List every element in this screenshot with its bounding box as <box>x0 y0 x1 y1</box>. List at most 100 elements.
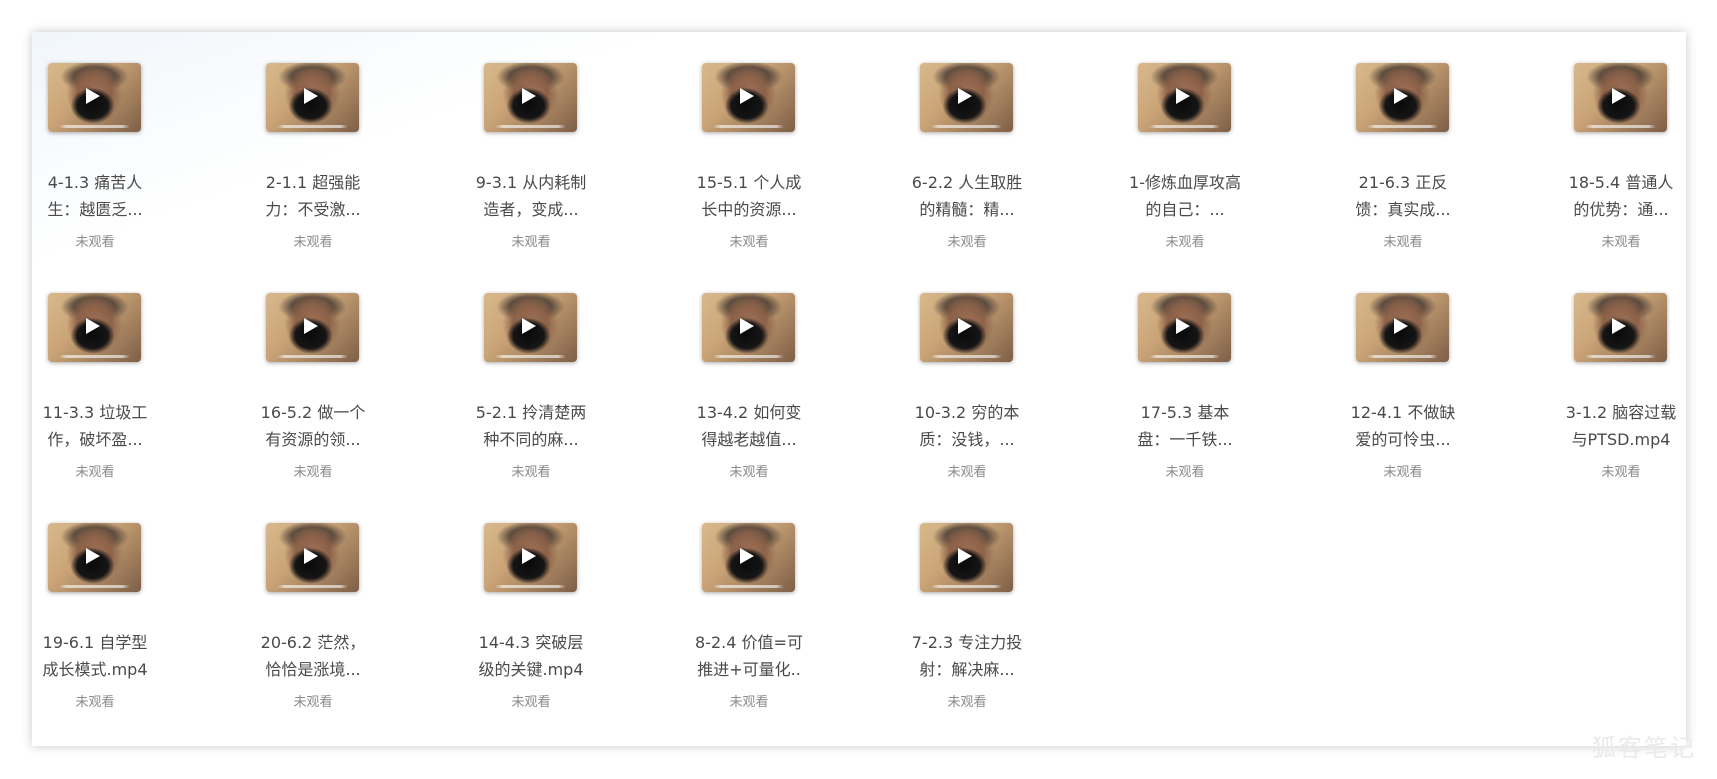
play-icon[interactable] <box>304 318 318 334</box>
video-title[interactable]: 9-3.1 从内耗制造者，变成... <box>472 169 590 223</box>
watch-status: 未观看 <box>729 465 769 480</box>
video-item[interactable]: 5-2.1 拎清楚两种不同的麻... 未观看 <box>468 262 686 492</box>
video-title[interactable]: 3-1.2 脑容过载与PTSD.mp4 <box>1562 399 1680 453</box>
video-thumbnail[interactable] <box>920 63 1013 132</box>
watch-status: 未观看 <box>75 695 115 710</box>
video-title[interactable]: 11-3.3 垃圾工作，破坏盈... <box>36 399 154 453</box>
play-icon[interactable] <box>304 88 318 104</box>
video-thumbnail[interactable] <box>1356 293 1449 362</box>
video-title[interactable]: 10-3.2 穷的本质：没钱，... <box>908 399 1026 453</box>
video-item[interactable]: 2-1.1 超强能力：不受激... 未观看 <box>250 32 468 262</box>
video-item[interactable]: 15-5.1 个人成长中的资源... 未观看 <box>686 32 904 262</box>
video-thumbnail[interactable] <box>266 63 359 132</box>
play-icon[interactable] <box>1612 318 1626 334</box>
video-title[interactable]: 20-6.2 茫然，恰恰是涨境... <box>254 629 372 683</box>
play-icon[interactable] <box>958 88 972 104</box>
video-item[interactable]: 1-修炼血厚攻高的自己：... 未观看 <box>1122 32 1340 262</box>
play-icon[interactable] <box>1394 88 1408 104</box>
watch-status: 未观看 <box>75 235 115 250</box>
video-item[interactable]: 14-4.3 突破层级的关键.mp4 未观看 <box>468 492 686 722</box>
watch-status: 未观看 <box>511 695 551 710</box>
play-icon[interactable] <box>86 548 100 564</box>
watch-status: 未观看 <box>293 235 333 250</box>
play-icon[interactable] <box>522 88 536 104</box>
watch-status: 未观看 <box>1601 235 1641 250</box>
play-icon[interactable] <box>1612 88 1626 104</box>
play-icon[interactable] <box>522 318 536 334</box>
video-thumbnail[interactable] <box>1356 63 1449 132</box>
video-title[interactable]: 5-2.1 拎清楚两种不同的麻... <box>472 399 590 453</box>
video-title[interactable]: 7-2.3 专注力投射：解决麻... <box>908 629 1026 683</box>
play-icon[interactable] <box>86 88 100 104</box>
video-title[interactable]: 15-5.1 个人成长中的资源... <box>690 169 808 223</box>
video-item[interactable]: 9-3.1 从内耗制造者，变成... 未观看 <box>468 32 686 262</box>
video-item[interactable]: 10-3.2 穷的本质：没钱，... 未观看 <box>904 262 1122 492</box>
video-item[interactable]: 8-2.4 价值=可推进+可量化.. 未观看 <box>686 492 904 722</box>
video-thumbnail[interactable] <box>484 293 577 362</box>
watch-status: 未观看 <box>1601 465 1641 480</box>
play-icon[interactable] <box>1176 88 1190 104</box>
video-title[interactable]: 6-2.2 人生取胜的精髓：精... <box>908 169 1026 223</box>
play-icon[interactable] <box>958 318 972 334</box>
video-thumbnail[interactable] <box>484 63 577 132</box>
video-item[interactable]: 12-4.1 不做缺爱的可怜虫... 未观看 <box>1340 262 1558 492</box>
video-thumbnail[interactable] <box>266 293 359 362</box>
play-icon[interactable] <box>1176 318 1190 334</box>
video-title[interactable]: 19-6.1 自学型成长模式.mp4 <box>36 629 154 683</box>
video-item[interactable]: 17-5.3 基本盘：一千铁... 未观看 <box>1122 262 1340 492</box>
watch-status: 未观看 <box>1165 465 1205 480</box>
video-title[interactable]: 21-6.3 正反馈：真实成... <box>1344 169 1462 223</box>
play-icon[interactable] <box>1394 318 1408 334</box>
video-item[interactable]: 16-5.2 做一个有资源的领... 未观看 <box>250 262 468 492</box>
video-item[interactable]: 11-3.3 垃圾工作，破坏盈... 未观看 <box>32 262 250 492</box>
video-title[interactable]: 1-修炼血厚攻高的自己：... <box>1126 169 1244 223</box>
watch-status: 未观看 <box>1383 465 1423 480</box>
video-title[interactable]: 4-1.3 痛苦人生：越匮乏... <box>36 169 154 223</box>
play-icon[interactable] <box>522 548 536 564</box>
video-thumbnail[interactable] <box>920 523 1013 592</box>
video-item[interactable]: 18-5.4 普通人的优势：通... 未观看 <box>1558 32 1686 262</box>
watermark-text: 狐客笔记 <box>1592 734 1696 762</box>
video-item[interactable]: 4-1.3 痛苦人生：越匮乏... 未观看 <box>32 32 250 262</box>
video-title[interactable]: 18-5.4 普通人的优势：通... <box>1562 169 1680 223</box>
video-title[interactable]: 8-2.4 价值=可推进+可量化.. <box>690 629 808 683</box>
watch-status: 未观看 <box>75 465 115 480</box>
video-title[interactable]: 2-1.1 超强能力：不受激... <box>254 169 372 223</box>
play-icon[interactable] <box>958 548 972 564</box>
video-title[interactable]: 12-4.1 不做缺爱的可怜虫... <box>1344 399 1462 453</box>
video-thumbnail[interactable] <box>920 293 1013 362</box>
video-title[interactable]: 14-4.3 突破层级的关键.mp4 <box>472 629 590 683</box>
video-item[interactable]: 20-6.2 茫然，恰恰是涨境... 未观看 <box>250 492 468 722</box>
video-item[interactable]: 19-6.1 自学型成长模式.mp4 未观看 <box>32 492 250 722</box>
video-item[interactable]: 6-2.2 人生取胜的精髓：精... 未观看 <box>904 32 1122 262</box>
video-item[interactable]: 13-4.2 如何变得越老越值... 未观看 <box>686 262 904 492</box>
video-thumbnail[interactable] <box>1574 63 1667 132</box>
play-icon[interactable] <box>86 318 100 334</box>
video-item[interactable]: 3-1.2 脑容过载与PTSD.mp4 未观看 <box>1558 262 1686 492</box>
video-item[interactable]: 21-6.3 正反馈：真实成... 未观看 <box>1340 32 1558 262</box>
video-thumbnail[interactable] <box>48 293 141 362</box>
video-thumbnail[interactable] <box>266 523 359 592</box>
video-thumbnail[interactable] <box>1138 293 1231 362</box>
watch-status: 未观看 <box>293 465 333 480</box>
video-thumbnail[interactable] <box>1138 63 1231 132</box>
watch-status: 未观看 <box>729 695 769 710</box>
video-title[interactable]: 16-5.2 做一个有资源的领... <box>254 399 372 453</box>
watch-status: 未观看 <box>293 695 333 710</box>
watch-status: 未观看 <box>947 235 987 250</box>
video-thumbnail[interactable] <box>702 293 795 362</box>
play-icon[interactable] <box>740 88 754 104</box>
watch-status: 未观看 <box>729 235 769 250</box>
video-thumbnail[interactable] <box>1574 293 1667 362</box>
video-title[interactable]: 13-4.2 如何变得越老越值... <box>690 399 808 453</box>
play-icon[interactable] <box>740 548 754 564</box>
video-thumbnail[interactable] <box>702 523 795 592</box>
video-thumbnail[interactable] <box>702 63 795 132</box>
video-item[interactable]: 7-2.3 专注力投射：解决麻... 未观看 <box>904 492 1122 722</box>
play-icon[interactable] <box>304 548 318 564</box>
video-thumbnail[interactable] <box>48 63 141 132</box>
video-title[interactable]: 17-5.3 基本盘：一千铁... <box>1126 399 1244 453</box>
play-icon[interactable] <box>740 318 754 334</box>
video-thumbnail[interactable] <box>48 523 141 592</box>
video-thumbnail[interactable] <box>484 523 577 592</box>
